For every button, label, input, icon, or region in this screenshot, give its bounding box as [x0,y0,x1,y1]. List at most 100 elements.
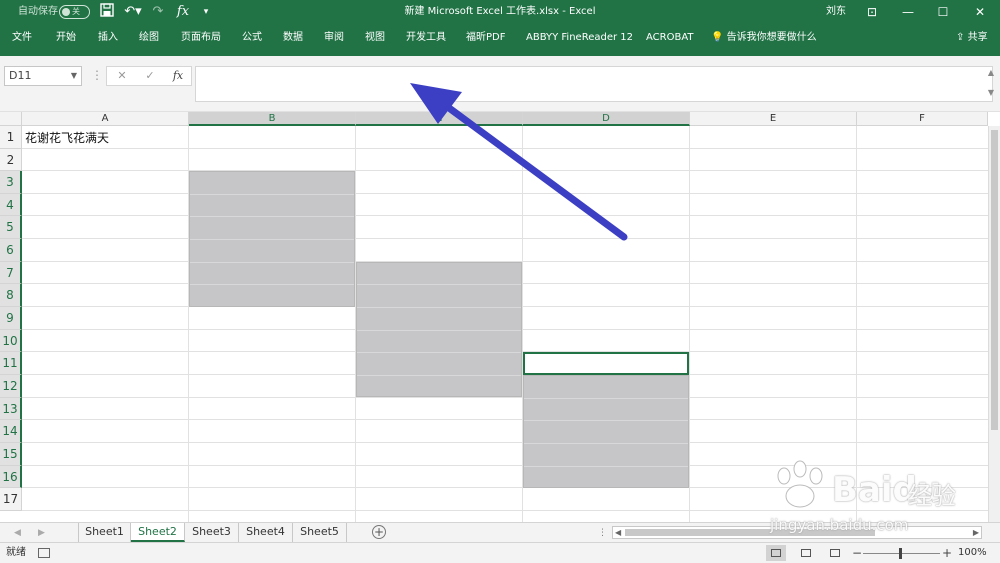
row-header-12[interactable]: 12 [0,375,22,398]
status-ready: 就绪 [6,547,26,558]
sheet-tab-5[interactable]: Sheet5 [293,523,347,542]
formula-input[interactable] [195,66,993,102]
row-header-3[interactable]: 3 [0,171,22,194]
col-header-a[interactable]: A [22,112,189,126]
gridline [22,442,992,443]
tab-data[interactable]: 数据 [283,24,303,52]
tab-draw[interactable]: 绘图 [139,24,159,52]
minimize-icon[interactable]: — [891,0,925,24]
tab-view[interactable]: 视图 [365,24,385,52]
tab-acrobat[interactable]: ACROBAT [646,24,694,52]
add-sheet-icon[interactable]: + [372,525,386,539]
page-break-view-icon[interactable] [825,545,845,561]
tab-formulas[interactable]: 公式 [242,24,262,52]
tab-page-layout[interactable]: 页面布局 [181,24,221,52]
tab-abbyy[interactable]: ABBYY FineReader 12 [526,24,633,52]
ribbon-tabs: 文件 开始 插入 绘图 页面布局 公式 数据 审阅 视图 开发工具 福昕PDF … [0,24,1000,56]
macro-record-icon[interactable] [38,548,50,558]
cell-divider [524,443,688,444]
resize-handle-icon[interactable]: ⋮ [91,68,103,82]
horizontal-scrollbar[interactable]: ◀ ▶ [612,526,982,539]
select-all-corner[interactable] [0,112,22,126]
tab-developer[interactable]: 开发工具 [406,24,446,52]
cell-divider [190,262,354,263]
row-header-2[interactable]: 2 [0,149,22,171]
cell-divider [357,307,521,308]
scroll-thumb[interactable] [991,130,998,430]
tab-review[interactable]: 审阅 [324,24,344,52]
filled-range-d12-d16[interactable] [523,375,689,488]
worksheet-grid[interactable]: A B C D E F 1 2 3 4 5 6 7 8 9 10 11 12 1… [0,112,1000,522]
tab-foxit-pdf[interactable]: 福昕PDF [466,24,505,52]
zoom-in-icon[interactable]: + [942,543,952,563]
formula-bar-expand-icon[interactable]: ▲ ▼ [986,68,996,100]
row-header-5[interactable]: 5 [0,216,22,239]
col-header-f[interactable]: F [857,112,988,126]
zoom-out-icon[interactable]: − [852,543,862,563]
row-header-9[interactable]: 9 [0,307,22,330]
lightbulb-icon: 💡 [711,32,724,43]
row-header-13[interactable]: 13 [0,398,22,420]
window-title: 新建 Microsoft Excel 工作表.xlsx - Excel [404,6,596,17]
name-box-value: D11 [9,69,32,82]
cancel-icon[interactable]: ✕ [113,67,131,85]
share-icon: ⇪ [956,32,965,43]
scroll-right-icon[interactable]: ▶ [973,527,979,538]
row-header-6[interactable]: 6 [0,239,22,262]
page-layout-view-icon[interactable] [796,545,816,561]
tell-me-text: 告诉我你想要做什么 [726,32,817,43]
sheet-tab-4[interactable]: Sheet4 [239,523,293,542]
chevron-down-icon[interactable]: ▼ [71,67,77,85]
tab-insert[interactable]: 插入 [98,24,118,52]
row-header-14[interactable]: 14 [0,420,22,443]
share-button[interactable]: ⇪ 共享 [956,24,988,52]
sheet-tab-2[interactable]: Sheet2 [131,523,185,542]
row-header-11[interactable]: 11 [0,352,22,375]
normal-view-icon[interactable] [766,545,786,561]
tab-file[interactable]: 文件 [12,24,32,52]
name-box[interactable]: D11 ▼ [4,66,82,86]
tell-me-box[interactable]: 💡 告诉我你想要做什么 [711,24,817,52]
col-header-b[interactable]: B [189,112,356,126]
col-header-c[interactable]: C [356,112,523,126]
ribbon-display-icon[interactable]: ⊡ [855,0,889,24]
insert-function-icon[interactable]: fx [169,67,187,85]
gridline [22,148,992,149]
enter-icon[interactable]: ✓ [141,67,159,85]
user-name[interactable]: 刘东 [826,0,846,24]
cell-divider [524,466,688,467]
tab-scroll-left-icon[interactable]: ◀ [14,523,21,543]
filled-range-b3-b8[interactable] [189,171,355,307]
active-cell-d11[interactable] [523,352,689,375]
sheet-tab-3[interactable]: Sheet3 [185,523,239,542]
scroll-thumb[interactable] [625,529,875,536]
tab-options-icon[interactable]: ⋮ [598,523,607,543]
cell-a1[interactable]: 花谢花飞花满天 [25,129,109,146]
maximize-icon[interactable]: ☐ [926,0,960,24]
gridline [22,215,992,216]
close-icon[interactable]: ✕ [963,0,997,24]
row-header-15[interactable]: 15 [0,443,22,466]
gridline [22,193,992,194]
zoom-slider-thumb[interactable] [899,548,902,559]
row-header-16[interactable]: 16 [0,466,22,488]
row-header-4[interactable]: 4 [0,194,22,216]
vertical-scrollbar[interactable] [988,126,1000,522]
col-header-e[interactable]: E [690,112,857,126]
zoom-level[interactable]: 100% [958,543,987,563]
cell-divider [357,375,521,376]
row-header-8[interactable]: 8 [0,284,22,307]
tab-scroll-right-icon[interactable]: ▶ [38,523,45,543]
title-bar: 自动保存 关 ↶▾ ↷ fx ▾ 新建 Microsoft Excel 工作表.… [0,0,1000,24]
sheet-tab-1[interactable]: Sheet1 [78,523,131,542]
row-header-17[interactable]: 17 [0,488,22,511]
row-header-7[interactable]: 7 [0,262,22,284]
row-header-10[interactable]: 10 [0,330,22,352]
tab-home[interactable]: 开始 [56,24,76,52]
gridline [22,419,992,420]
scroll-left-icon[interactable]: ◀ [615,527,621,538]
row-header-1[interactable]: 1 [0,126,22,149]
filled-range-c7-c12[interactable] [356,262,522,397]
gridline [22,397,992,398]
col-header-d[interactable]: D [523,112,690,126]
